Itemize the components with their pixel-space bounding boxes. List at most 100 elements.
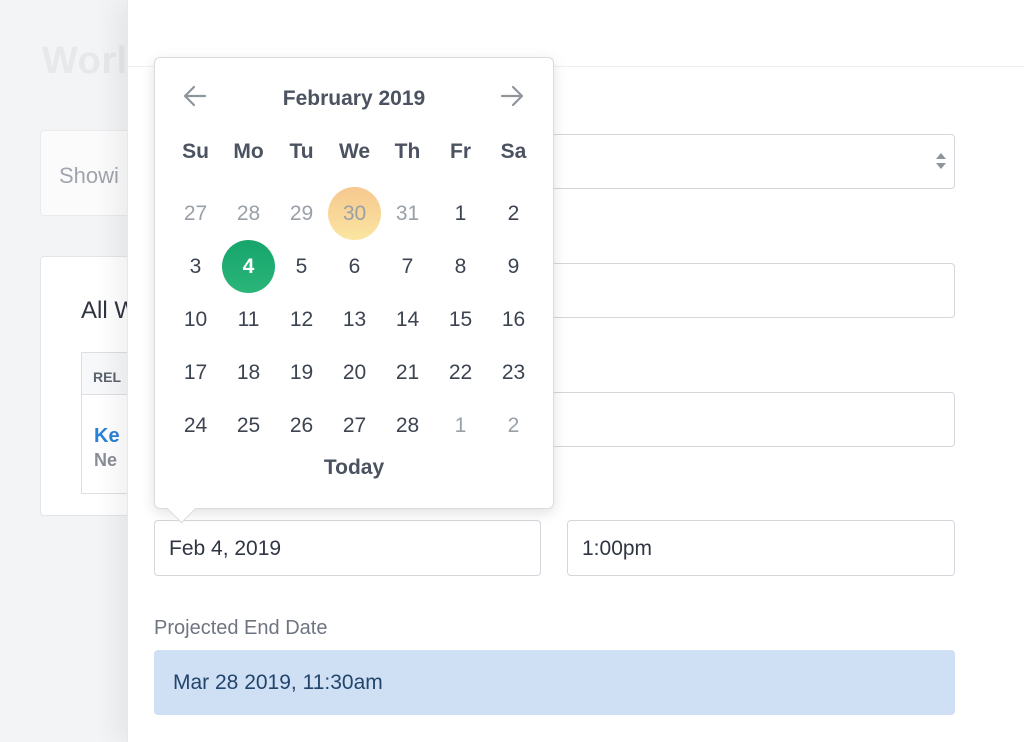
calendar-day-number: 16: [501, 307, 526, 331]
calendar-day[interactable]: 19: [275, 346, 328, 399]
calendar-day[interactable]: 2: [487, 399, 540, 452]
calendar-day[interactable]: 21: [381, 346, 434, 399]
calendar-day[interactable]: 12: [275, 293, 328, 346]
calendar-day-number: 5: [295, 254, 308, 278]
month-label: February 2019: [282, 87, 426, 110]
calendar-day[interactable]: 3: [169, 240, 222, 293]
page-title: Worl: [42, 40, 128, 82]
calendar-day-number: 8: [454, 254, 467, 278]
calendar-day-number: 11: [237, 307, 260, 331]
calendar-day-number: 25: [236, 413, 261, 437]
arrow-right-icon: [500, 85, 524, 107]
calendar-day[interactable]: 6: [328, 240, 381, 293]
calendar-day-number: 13: [342, 307, 367, 331]
calendar-day[interactable]: 22: [434, 346, 487, 399]
start-date-input[interactable]: Feb 4, 2019: [154, 520, 541, 576]
calendar-day[interactable]: 25: [222, 399, 275, 452]
calendar-day[interactable]: 24: [169, 399, 222, 452]
projected-end-value-box: Mar 28 2019, 11:30am: [154, 650, 955, 715]
calendar-day[interactable]: 10: [169, 293, 222, 346]
select-arrows-icon: [936, 153, 946, 169]
calendar-day[interactable]: 20: [328, 346, 381, 399]
calendar-day-number: 28: [395, 413, 420, 437]
calendar-day[interactable]: 8: [434, 240, 487, 293]
start-time-input[interactable]: 1:00pm: [567, 520, 955, 576]
calendar-day-number: 19: [289, 360, 314, 384]
calendar-day[interactable]: 13: [328, 293, 381, 346]
calendar-day-number: 29: [289, 201, 314, 225]
weekday-label: We: [338, 140, 371, 163]
calendar-day[interactable]: 1: [434, 187, 487, 240]
calendar-day-number: 3: [189, 254, 202, 278]
calendar-day[interactable]: 9: [487, 240, 540, 293]
calendar-day-number: 30: [342, 201, 367, 225]
calendar-day[interactable]: 28: [222, 187, 275, 240]
calendar-day-number: 1: [454, 413, 467, 437]
calendar-day-number: 18: [236, 360, 261, 384]
calendar-day[interactable]: 26: [275, 399, 328, 452]
calendar-day[interactable]: 17: [169, 346, 222, 399]
calendar-day[interactable]: 23: [487, 346, 540, 399]
calendar-day-number: 1: [454, 201, 467, 225]
weekday-label: Su: [182, 140, 209, 163]
calendar-day-number: 10: [183, 307, 208, 331]
calendar-day-number: 22: [448, 360, 473, 384]
projected-end-label: Projected End Date: [154, 617, 328, 639]
calendar-day-number: 6: [348, 254, 361, 278]
showing-label: Showi: [59, 163, 119, 188]
calendar-day[interactable]: 31: [381, 187, 434, 240]
calendar-day[interactable]: 16: [487, 293, 540, 346]
weekday-label: Fr: [450, 140, 471, 163]
calendar-day-number: 20: [342, 360, 367, 384]
calendar-day-number: 15: [448, 307, 473, 331]
calendar-day-number: 21: [395, 360, 420, 384]
calendar-day[interactable]: 15: [434, 293, 487, 346]
calendar-day[interactable]: 27: [169, 187, 222, 240]
calendar-day-number: 28: [236, 201, 261, 225]
text-field-2[interactable]: [551, 392, 955, 447]
calendar-day-number: 24: [183, 413, 208, 437]
weekday-label: Sa: [500, 140, 527, 163]
start-date-value: Feb 4, 2019: [169, 537, 282, 560]
calendar-day[interactable]: 4: [222, 240, 275, 293]
calendar-day[interactable]: 27: [328, 399, 381, 452]
next-month-button[interactable]: [498, 82, 526, 110]
today-button[interactable]: Today: [155, 456, 553, 480]
calendar-day-number: 23: [501, 360, 526, 384]
weekday-label: Th: [394, 140, 421, 163]
calendar-day[interactable]: 18: [222, 346, 275, 399]
calendar-day[interactable]: 29: [275, 187, 328, 240]
weekday-label: Mo: [233, 140, 264, 163]
calendar-grid: Su Mo Tu We Th Fr Sa 27 28 29 30 31 1 2 3 4 5 6 7 8 9…: [169, 134, 540, 452]
calendar-day-number: 31: [395, 201, 420, 225]
calendar-day-number: 14: [395, 307, 420, 331]
weekday-label: Tu: [289, 140, 314, 163]
calendar-week-row: 27 28 29 30 31 1 2: [169, 187, 540, 240]
calendar-week-row: 17 18 19 20 21 22 23: [169, 346, 540, 399]
weekday-header-row: Su Mo Tu We Th Fr Sa: [169, 134, 540, 187]
calendar-weeks: 27 28 29 30 31 1 2 3 4 5 6 7 8 9 10 11 12 13 14 15 16 17 18 19 2…: [169, 187, 540, 452]
calendar-day[interactable]: 5: [275, 240, 328, 293]
calendar-day[interactable]: 14: [381, 293, 434, 346]
text-field-1[interactable]: [551, 263, 955, 318]
calendar-day-number: 27: [183, 201, 208, 225]
calendar-day[interactable]: 28: [381, 399, 434, 452]
calendar-week-row: 24 25 26 27 28 1 2: [169, 399, 540, 452]
calendar-day-number: 17: [183, 360, 208, 384]
datepicker-popup: February 2019 Su Mo Tu We Th Fr Sa 27 28 2…: [154, 57, 554, 524]
calendar-day-number: 26: [289, 413, 314, 437]
calendar-day-number: 7: [401, 254, 414, 278]
calendar-day[interactable]: 11: [222, 293, 275, 346]
calendar-day-number: 2: [507, 201, 520, 225]
calendar-week-row: 10 11 12 13 14 15 16: [169, 293, 540, 346]
calendar-day-number: 27: [342, 413, 367, 437]
calendar-day[interactable]: 2: [487, 187, 540, 240]
calendar-day[interactable]: 30: [328, 187, 381, 240]
select-field[interactable]: [551, 134, 955, 189]
calendar-day-number: 2: [507, 413, 520, 437]
calendar-day[interactable]: 1: [434, 399, 487, 452]
calendar-day-number: 9: [507, 254, 520, 278]
start-time-value: 1:00pm: [582, 537, 653, 560]
calendar-day[interactable]: 7: [381, 240, 434, 293]
projected-end-value: Mar 28 2019, 11:30am: [173, 671, 383, 694]
